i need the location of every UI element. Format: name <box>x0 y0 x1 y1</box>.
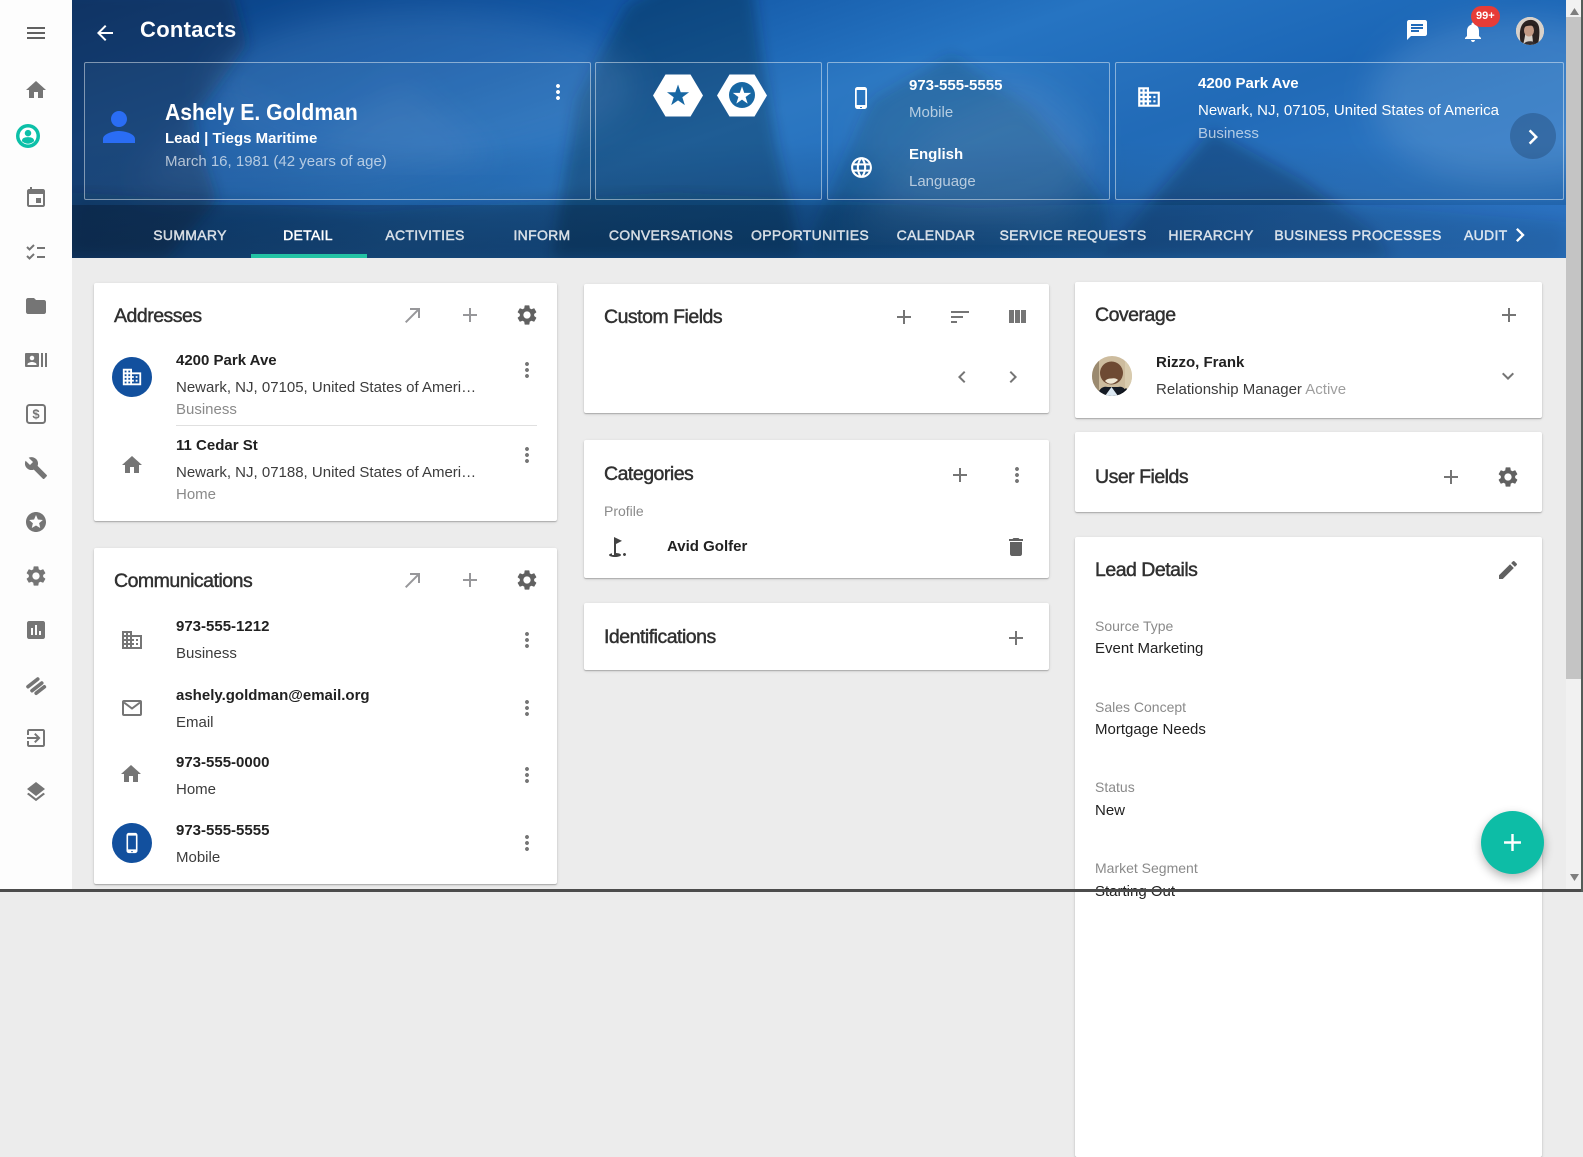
svg-text:$: $ <box>32 407 40 422</box>
